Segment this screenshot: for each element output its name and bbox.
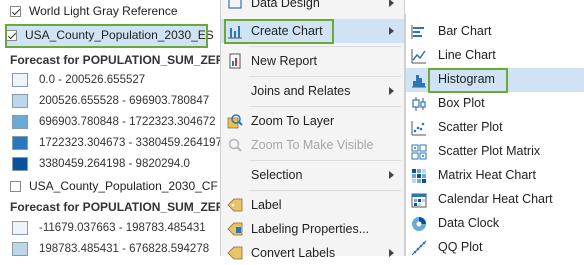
layer-visibility-checkbox[interactable] [10,5,21,17]
legend-class-row: 198783.485431 - 676828.594278 [12,238,209,260]
submenu-arrow-icon [389,87,394,95]
submenu-item-bar-chart[interactable]: Bar Chart [406,20,584,44]
submenu-item-box-plot[interactable]: Box Plot [406,92,584,116]
layer-name: World Light Gray Reference [29,4,178,18]
data-design-icon [227,0,243,11]
menu-separator [249,160,401,161]
legend-class-row: 0.0 - 200526.655527 [12,69,145,91]
submenu-arrow-icon [389,27,394,35]
calendar-heat-chart-icon [411,192,427,208]
qq-plot-icon [411,240,427,256]
legend-swatch [12,115,28,129]
convert-labels-icon [227,245,243,261]
legend-heading: Forecast for POPULATION_SUM_ZEROS [10,53,242,67]
report-icon [227,53,243,69]
submenu-item-data-clock[interactable]: Data Clock [406,212,584,236]
submenu-item-matrix-heat-chart[interactable]: Matrix Heat Chart [406,164,584,188]
layer-row-population-cf[interactable]: USA_County_Population_2030_CF [10,175,218,197]
submenu-arrow-icon [389,0,394,7]
labeling-properties-icon [227,221,243,237]
data-clock-icon [411,216,427,232]
layer-name: USA_County_Population_2030_CF [29,179,218,193]
highlight-outline-layer [5,24,208,48]
legend-class-row: -11679.037663 - 198783.485431 [12,217,206,239]
submenu-item-line-chart[interactable]: Line Chart [406,44,584,68]
menu-separator [249,190,401,191]
box-plot-icon [411,96,427,112]
menu-item-label[interactable]: Label [221,193,404,217]
submenu-item-scatter-plot-matrix[interactable]: Scatter Plot Matrix [406,140,584,164]
menu-item-new-report[interactable]: New Report [221,49,404,73]
submenu-item-qq-plot[interactable]: QQ Plot [406,236,584,260]
legend-class-row: 200526.655528 - 696903.780847 [12,90,209,112]
zoom-to-layer-icon [227,113,243,129]
legend-swatch [12,136,28,150]
submenu-item-scatter-plot[interactable]: Scatter Plot [406,116,584,140]
legend-swatch [12,94,28,108]
legend-class-row: 696903.780848 - 1722323.304672 [12,111,216,133]
menu-item-data-design[interactable]: Data Design [221,0,404,15]
scatter-plot-icon [411,120,427,136]
label-icon [227,197,243,213]
highlight-outline-histogram [428,68,508,93]
scatter-plot-matrix-icon [411,144,427,160]
legend-class-row: 1722323.304673 - 3380459.264197 [12,132,222,154]
menu-separator [249,106,401,107]
menu-item-labeling-properties[interactable]: Labeling Properties... [221,217,404,241]
menu-item-zoom-to-make-visible: Zoom To Make Visible [221,133,404,157]
legend-swatch [12,242,28,256]
matrix-heat-chart-icon [411,168,427,184]
highlight-outline-create-chart [224,19,334,44]
histogram-icon [411,72,427,88]
layer-row-world-light-gray[interactable]: World Light Gray Reference [10,0,178,22]
legend-class-row: 3380459.264198 - 9820294.0 [12,153,190,175]
menu-separator [249,46,401,47]
menu-item-selection[interactable]: Selection [221,163,404,187]
layer-context-menu: Data Design Create Chart New Report Join… [220,0,405,260]
legend-swatch [12,157,28,171]
menu-item-zoom-to-layer[interactable]: Zoom To Layer [221,109,404,133]
submenu-item-calendar-heat-chart[interactable]: Calendar Heat Chart [406,188,584,212]
menu-separator [249,76,401,77]
line-chart-icon [411,48,427,64]
legend-swatch [12,73,28,87]
contents-pane: World Light Gray Reference USA_County_Po… [0,0,242,256]
legend-swatch [12,221,28,235]
bar-chart-icon [411,24,427,40]
layer-visibility-checkbox[interactable] [10,180,21,192]
submenu-arrow-icon [389,171,394,179]
menu-item-joins-and-relates[interactable]: Joins and Relates [221,79,404,103]
menu-item-convert-labels[interactable]: Convert Labels [221,241,404,265]
create-chart-submenu: Bar Chart Line Chart Histogram Box Plot … [405,14,584,256]
zoom-visible-icon [227,137,243,153]
legend-heading: Forecast for POPULATION_SUM_ZEROS [10,200,242,214]
